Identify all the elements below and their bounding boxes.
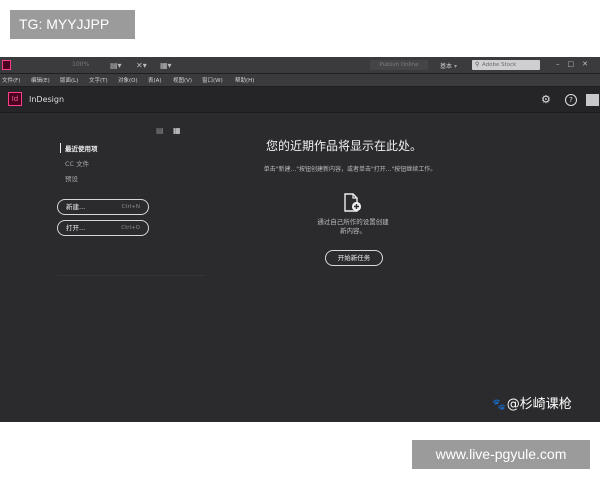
workspace-label: 基本 (440, 63, 453, 70)
create-description-line2: 新内容。 (340, 227, 366, 235)
create-description-line1: 通过自己所作的设置创建 (317, 218, 389, 226)
watermark: 🐾@杉崎课枪 (492, 393, 572, 412)
stock-search-placeholder: Adobe Stock (482, 62, 517, 68)
open-button[interactable]: 打开... Ctrl+O (57, 220, 149, 236)
indesign-logo: Id (8, 92, 22, 106)
new-button-label: 新建... (66, 203, 86, 211)
avatar[interactable] (586, 94, 599, 106)
close-icon[interactable]: ✕ (582, 60, 596, 68)
workspace-switcher[interactable]: 基本 ▾ (440, 61, 457, 70)
nav-item-cc-files[interactable]: CC 文件 (65, 158, 89, 168)
menu-table[interactable]: 表(A) (148, 76, 162, 84)
application-bar: 100% ▤▾ ✕▾ ▦▾ Publish Online 基本 ▾ ⚲ Adobe … (0, 57, 600, 74)
chevron-down-icon: ▾ (454, 63, 458, 70)
minimize-icon[interactable]: – (556, 60, 568, 68)
tg-label: TG: MYYJJPP (10, 10, 135, 39)
publish-online-button[interactable]: Publish Online (370, 60, 428, 70)
arrange-documents-icon[interactable]: ▦▾ (160, 61, 172, 70)
menu-bar: 文件(F) 编辑(E) 版面(L) 文字(T) 对象(O) 表(A) 视图(V)… (0, 74, 600, 87)
menu-help[interactable]: 帮助(H) (235, 76, 254, 84)
open-button-shortcut: Ctrl+O (121, 225, 140, 231)
home-header: Id InDesign ⚙ ? (0, 87, 600, 113)
help-icon[interactable]: ? (565, 94, 577, 106)
nav-item-recent[interactable]: 最近使用项 (60, 143, 98, 153)
menu-file[interactable]: 文件(F) (2, 76, 20, 84)
menu-layout[interactable]: 版面(L) (60, 76, 78, 84)
create-description: 通过自己所作的设置创建 新内容。 (300, 218, 406, 236)
search-icon: ⚲ (475, 61, 480, 68)
screen-mode-icon[interactable]: ✕▾ (136, 61, 147, 70)
indesign-logo-mini-icon (2, 60, 11, 70)
empty-state-title: 您的近期作品将显示在此处。 (265, 139, 422, 153)
stock-search-input[interactable]: ⚲ Adobe Stock (472, 60, 540, 70)
list-view-icon[interactable]: ▤ (156, 126, 164, 135)
app-name: InDesign (29, 95, 65, 104)
nav-item-presets[interactable]: 预设 (65, 173, 78, 183)
maximize-icon[interactable]: □ (568, 60, 583, 68)
empty-state-subtitle: 单击"新建..."按钮创建新内容，或者单击"打开..."按钮继续工作。 (263, 166, 437, 173)
gear-icon[interactable]: ⚙ (541, 94, 551, 106)
nav-divider (57, 275, 205, 276)
watermark-text: @杉崎课枪 (506, 397, 572, 412)
menu-edit[interactable]: 编辑(E) (31, 76, 50, 84)
start-new-task-button[interactable]: 开始新任务 (325, 250, 383, 266)
open-button-label: 打开... (66, 224, 86, 232)
paw-icon: 🐾 (492, 398, 506, 411)
window-controls: –□✕ (556, 60, 596, 68)
menu-window[interactable]: 窗口(W) (202, 76, 223, 84)
screenshot-page: TG: MYYJJPP 100% ▤▾ ✕▾ ▦▾ Publish Online… (0, 0, 600, 480)
menu-view[interactable]: 视图(V) (173, 76, 192, 84)
grid-view-icon[interactable]: ▦ (173, 126, 181, 135)
new-button[interactable]: 新建... Ctrl+N (57, 199, 149, 215)
url-label: www.live-pgyule.com (412, 440, 590, 469)
view-options-icon[interactable]: ▤▾ (110, 61, 122, 70)
menu-type[interactable]: 文字(T) (89, 76, 108, 84)
new-document-icon[interactable] (344, 193, 362, 213)
menu-object[interactable]: 对象(O) (118, 76, 138, 84)
new-button-shortcut: Ctrl+N (121, 204, 140, 210)
indesign-window: 100% ▤▾ ✕▾ ▦▾ Publish Online 基本 ▾ ⚲ Adobe … (0, 57, 600, 422)
zoom-level[interactable]: 100% (72, 61, 89, 68)
